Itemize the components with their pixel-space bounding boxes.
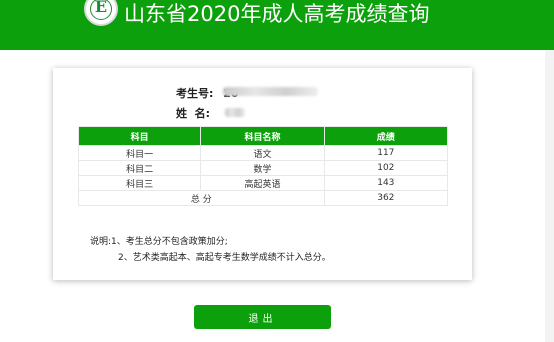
cell-subject-name: 数学 — [201, 161, 324, 175]
total-label: 总 分 — [79, 191, 324, 205]
scrollbar[interactable] — [545, 50, 554, 342]
cell-subject-name: 高起英语 — [201, 176, 324, 190]
cell-subject: 科目三 — [79, 176, 201, 190]
note-line-2: 2、艺术类高起本、高起专考生数学成绩不计入总分。 — [118, 253, 331, 263]
redacted-exam-number — [223, 87, 318, 96]
scores-table: 科目 科目名称 成绩 科目一 语文 117 科目二 数学 102 科目三 高起英… — [78, 126, 448, 206]
header-score: 成绩 — [324, 127, 447, 145]
table-row: 科目一 语文 117 — [79, 146, 447, 160]
total-row: 总 分 362 — [79, 191, 447, 205]
name-row: 姓 名: — [176, 105, 210, 121]
school-logo: E — [84, 0, 118, 26]
table-header-row: 科目 科目名称 成绩 — [79, 127, 447, 145]
cell-subject: 科目二 — [79, 161, 201, 175]
cell-score: 102 — [324, 161, 447, 175]
exit-button[interactable]: 退出 — [194, 305, 331, 329]
header-bar: E 山东省2020年成人高考成绩查询 — [0, 0, 554, 50]
redacted-name — [225, 108, 245, 117]
header-subject: 科目 — [79, 127, 201, 145]
name-label: 姓 名: — [176, 107, 211, 120]
total-score: 362 — [324, 191, 447, 205]
cell-score: 143 — [324, 176, 447, 190]
table-row: 科目二 数学 102 — [79, 161, 447, 175]
table-row: 科目三 高起英语 143 — [79, 176, 447, 190]
header-subject-name: 科目名称 — [201, 127, 324, 145]
page-title: 山东省2020年成人高考成绩查询 — [124, 2, 430, 26]
note-line-1: 说明:1、考生总分不包含政策加分; — [90, 237, 228, 247]
cell-subject-name: 语文 — [201, 146, 324, 160]
results-card: 考生号: 20 姓 名: 科目 科目名称 成绩 科目一 语文 117 科目二 数… — [53, 68, 472, 280]
exam-number-label: 考生号: — [176, 87, 214, 100]
cell-score: 117 — [324, 146, 447, 160]
cell-subject: 科目一 — [79, 146, 201, 160]
